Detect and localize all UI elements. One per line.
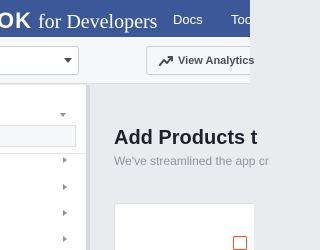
chevron-right-icon[interactable]	[63, 184, 67, 190]
chevron-right-icon[interactable]	[63, 157, 67, 163]
chevron-down-icon[interactable]	[60, 113, 66, 117]
sidebar-scrollbar[interactable]	[86, 85, 90, 250]
product-icon	[233, 236, 247, 250]
chevron-right-icon[interactable]	[63, 210, 67, 216]
brand-suffix: for Developers	[38, 11, 158, 33]
view-analytics-button[interactable]: View Analytics	[146, 46, 254, 75]
left-sidebar	[0, 85, 86, 250]
chevron-right-icon[interactable]	[63, 236, 67, 242]
view-analytics-label: View Analytics	[178, 54, 255, 67]
nav-tools-link[interactable]: Too	[231, 12, 250, 27]
page-title: Add Products t	[114, 127, 258, 149]
brand-logo[interactable]: OK for Developers	[0, 8, 157, 34]
app-toolbar: View Analytics	[0, 37, 254, 84]
nav-docs-link[interactable]: Docs	[173, 12, 203, 27]
app-selector-dropdown[interactable]	[0, 46, 79, 75]
top-navigation-bar: OK for Developers Docs Too	[0, 0, 250, 37]
chevron-down-icon	[64, 58, 72, 63]
analytics-chart-icon	[159, 55, 173, 66]
page-subtitle: We've streamlined the app cr	[114, 154, 269, 168]
sidebar-divider	[0, 153, 86, 154]
brand-name: OK	[0, 8, 32, 33]
sidebar-item-selected[interactable]	[0, 125, 76, 147]
